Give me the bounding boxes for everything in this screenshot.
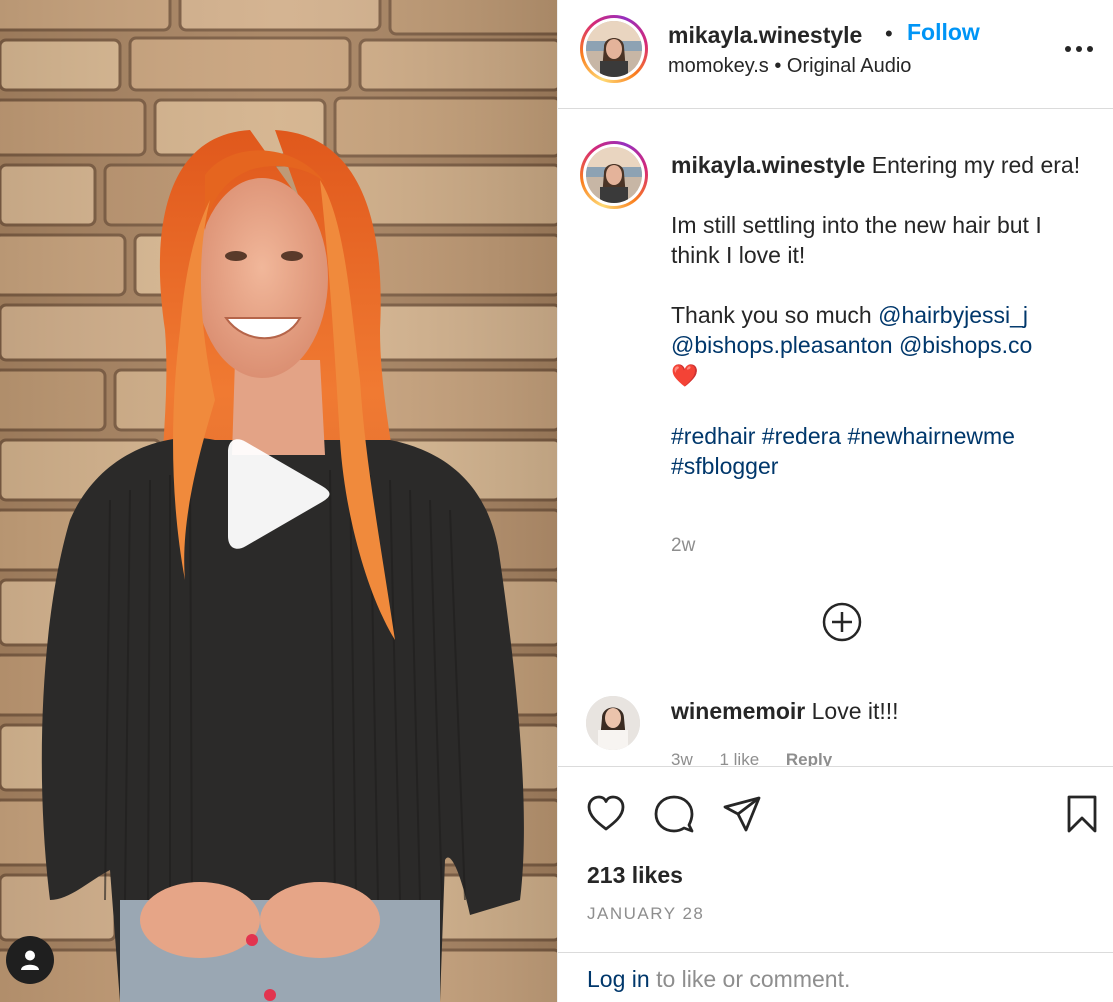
- original-audio-link[interactable]: Original Audio: [787, 55, 912, 77]
- share-icon[interactable]: [721, 793, 763, 835]
- caption-author-avatar[interactable]: [580, 141, 648, 209]
- reply-button[interactable]: Reply: [786, 750, 832, 766]
- login-prompt: Log in to like or comment.: [558, 952, 1113, 1002]
- commenter-username[interactable]: winememoir: [671, 698, 805, 724]
- separator-dot: •: [885, 21, 893, 46]
- comment-text: Love it!!!: [811, 698, 899, 724]
- caption-author[interactable]: mikayla.winestyle: [671, 152, 865, 178]
- post-actions: 213 likes JANUARY 28: [558, 766, 1113, 952]
- more-options-icon[interactable]: [1064, 36, 1094, 62]
- tagged-user-icon[interactable]: [6, 936, 54, 984]
- audio-author-link[interactable]: momokey.s: [668, 55, 769, 77]
- comments-section[interactable]: mikayla.winestyle Entering my red era! I…: [558, 110, 1113, 766]
- author-avatar[interactable]: [580, 15, 648, 83]
- caption-line-1: Entering my red era!: [871, 152, 1081, 178]
- caption-timestamp[interactable]: 2w: [671, 535, 695, 557]
- post-video[interactable]: [0, 0, 557, 1002]
- mention-link[interactable]: @hairbyjessi_j: [878, 302, 1028, 328]
- hashtag-link[interactable]: #newhairnewme: [847, 423, 1014, 449]
- hashtag-link[interactable]: #redhair: [671, 423, 755, 449]
- login-link[interactable]: Log in: [587, 966, 650, 992]
- likes-count[interactable]: 213 likes: [587, 862, 683, 889]
- author-username[interactable]: mikayla.winestyle: [668, 22, 862, 49]
- mention-link[interactable]: @bishops.pleasanton: [671, 332, 893, 358]
- caption-thanks: Thank you so much: [671, 302, 872, 328]
- mention-link[interactable]: @bishops.co: [899, 332, 1032, 358]
- post-details-panel: mikayla.winestyle • Follow momokey.s • O…: [557, 0, 1113, 1002]
- comment-age[interactable]: 3w: [671, 750, 693, 766]
- separator-dot: •: [774, 55, 782, 77]
- heart-emoji: ❤️: [671, 363, 699, 388]
- audio-attribution: momokey.s • Original Audio: [668, 55, 911, 78]
- hashtag-link[interactable]: #redera: [762, 423, 841, 449]
- comment: winememoir Love it!!!: [671, 698, 899, 725]
- play-icon[interactable]: [222, 438, 332, 550]
- follow-button[interactable]: Follow: [907, 19, 980, 46]
- hashtag-link[interactable]: #sfblogger: [671, 453, 778, 479]
- login-prompt-text: to like or comment.: [656, 966, 851, 992]
- comment-icon[interactable]: [653, 793, 695, 835]
- post-header: mikayla.winestyle • Follow momokey.s • O…: [558, 0, 1113, 109]
- caption-line-2: Im still settling into the new hair but …: [671, 212, 1042, 268]
- comment-like-count[interactable]: 1 like: [719, 750, 759, 766]
- commenter-avatar[interactable]: [586, 696, 640, 750]
- save-bookmark-icon[interactable]: [1061, 793, 1103, 835]
- post-caption: mikayla.winestyle Entering my red era! I…: [671, 150, 1091, 511]
- comment-meta: 3w 1 like Reply: [671, 750, 854, 766]
- like-icon[interactable]: [585, 793, 627, 835]
- load-more-comments-icon[interactable]: [821, 601, 863, 643]
- post-date: JANUARY 28: [587, 904, 705, 923]
